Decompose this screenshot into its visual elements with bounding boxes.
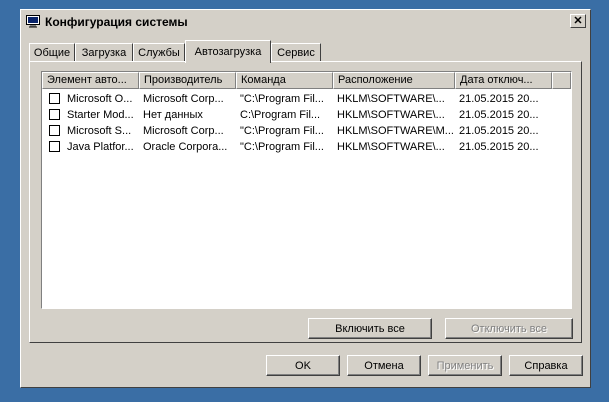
close-icon: ✕ (573, 15, 583, 27)
cancel-button[interactable]: Отмена (347, 355, 421, 376)
enable-all-button[interactable]: Включить все (308, 318, 432, 339)
close-button[interactable]: ✕ (570, 14, 586, 28)
item-command: "C:\Program Fil... (240, 125, 324, 137)
tab-tools[interactable]: Сервис (271, 43, 321, 62)
list-header: Элемент авто... Производитель Команда Ра… (42, 72, 571, 89)
column-header-location[interactable]: Расположение (333, 72, 455, 89)
title-bar[interactable]: Конфигурация системы ✕ (23, 12, 588, 32)
msconfig-icon (26, 15, 40, 28)
item-disabled-date: 21.05.2015 20... (459, 109, 539, 121)
window-title: Конфигурация системы (45, 15, 188, 29)
disable-all-button[interactable]: Отключить все (445, 318, 573, 339)
item-disabled-date: 21.05.2015 20... (459, 125, 539, 137)
item-command: C:\Program Fil... (240, 109, 321, 121)
system-configuration-window: Конфигурация системы ✕ Общие Загрузка Сл… (20, 9, 591, 388)
tab-strip: Общие Загрузка Службы Автозагрузка Серви… (29, 40, 589, 63)
item-vendor: Oracle Corpora... (143, 141, 228, 153)
list-item[interactable]: Starter Mod... Нет данных C:\Program Fil… (42, 107, 571, 123)
column-header-vendor[interactable]: Производитель (139, 72, 236, 89)
item-name: Java Platfor... (67, 141, 134, 153)
tab-general[interactable]: Общие (29, 43, 75, 62)
item-name: Microsoft O... (67, 93, 133, 105)
column-header-disabled-date[interactable]: Дата отключ... (455, 72, 552, 89)
tab-startup[interactable]: Автозагрузка (185, 40, 271, 63)
list-item[interactable]: Java Platfor... Oracle Corpora... "C:\Pr… (42, 139, 571, 155)
tab-services[interactable]: Службы (133, 43, 185, 62)
item-location: HKLM\SOFTWARE\... (337, 141, 445, 153)
item-vendor: Microsoft Corp... (143, 93, 224, 105)
help-button[interactable]: Справка (509, 355, 583, 376)
item-command: "C:\Program Fil... (240, 93, 324, 105)
startup-tab-panel: Элемент авто... Производитель Команда Ра… (29, 61, 582, 343)
item-command: "C:\Program Fil... (240, 141, 324, 153)
item-name: Microsoft S... (67, 125, 132, 137)
startup-item-checkbox[interactable] (49, 125, 60, 136)
apply-button[interactable]: Применить (428, 355, 502, 376)
list-item[interactable]: Microsoft O... Microsoft Corp... "C:\Pro… (42, 91, 571, 107)
startup-items-list[interactable]: Элемент авто... Производитель Команда Ра… (41, 71, 572, 309)
item-disabled-date: 21.05.2015 20... (459, 93, 539, 105)
startup-item-checkbox[interactable] (49, 93, 60, 104)
ok-button[interactable]: OK (266, 355, 340, 376)
item-location: HKLM\SOFTWARE\... (337, 93, 445, 105)
item-location: HKLM\SOFTWARE\M... (337, 125, 454, 137)
column-header-filler (552, 72, 571, 89)
startup-item-checkbox[interactable] (49, 109, 60, 120)
item-location: HKLM\SOFTWARE\... (337, 109, 445, 121)
startup-item-checkbox[interactable] (49, 141, 60, 152)
item-disabled-date: 21.05.2015 20... (459, 141, 539, 153)
item-name: Starter Mod... (67, 109, 134, 121)
column-header-item[interactable]: Элемент авто... (42, 72, 139, 89)
tab-boot[interactable]: Загрузка (75, 43, 133, 62)
list-item[interactable]: Microsoft S... Microsoft Corp... "C:\Pro… (42, 123, 571, 139)
item-vendor: Нет данных (143, 109, 203, 121)
item-vendor: Microsoft Corp... (143, 125, 224, 137)
column-header-command[interactable]: Команда (236, 72, 333, 89)
